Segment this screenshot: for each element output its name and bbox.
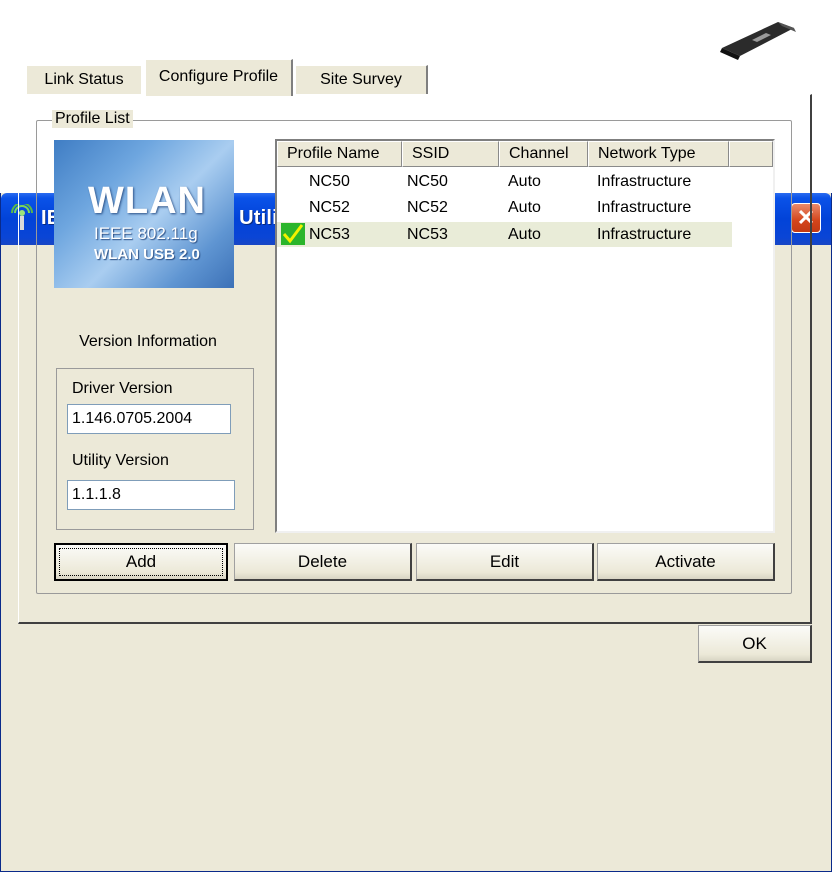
active-check-icon [281, 223, 305, 245]
ssid-cell: NC53 [407, 226, 448, 243]
profile-name-cell: NC53 [309, 226, 350, 243]
table-row-active[interactable]: NC53 NC53 Auto Infrastructure [277, 222, 732, 247]
network-type-cell: Infrastructure [597, 173, 692, 190]
utility-version-label: Utility Version [72, 452, 169, 469]
column-profile-name[interactable]: Profile Name [277, 141, 402, 167]
network-type-cell: Infrastructure [597, 226, 692, 243]
channel-cell: Auto [508, 226, 541, 243]
tab-site-survey[interactable]: Site Survey [296, 65, 428, 95]
channel-cell: Auto [508, 173, 541, 190]
tab-label: Link Status [44, 71, 124, 88]
column-filler [729, 141, 773, 167]
ssid-cell: NC50 [407, 173, 448, 190]
tab-link-status[interactable]: Link Status [26, 65, 141, 95]
utility-version-field[interactable]: 1.1.1.8 [67, 480, 235, 510]
driver-version-field[interactable]: 1.146.0705.2004 [67, 404, 231, 434]
ssid-cell: NC52 [407, 199, 448, 216]
logo-usb: WLAN USB 2.0 [94, 246, 200, 263]
profile-name-cell: NC52 [309, 199, 350, 216]
version-information-heading: Version Information [79, 333, 217, 350]
column-network-type[interactable]: Network Type [588, 141, 729, 167]
wlan-logo: WLAN IEEE 802.11g WLAN USB 2.0 [54, 140, 234, 288]
table-row[interactable]: NC52 NC52 Auto Infrastructure [277, 195, 732, 220]
ok-button[interactable]: OK [698, 625, 812, 663]
channel-cell: Auto [508, 199, 541, 216]
column-channel[interactable]: Channel [499, 141, 588, 167]
activate-button[interactable]: Activate [597, 543, 775, 581]
profile-list-label: Profile List [52, 110, 133, 128]
profile-name-cell: NC50 [309, 173, 350, 190]
add-button[interactable]: Add [54, 543, 228, 581]
network-type-cell: Infrastructure [597, 199, 692, 216]
profile-list-view[interactable]: Profile Name SSID Channel Network Type N… [275, 139, 775, 533]
delete-button[interactable]: Delete [234, 543, 412, 581]
usb-dongle-image [720, 22, 796, 60]
list-header: Profile Name SSID Channel Network Type [277, 141, 773, 167]
driver-version-label: Driver Version [72, 380, 173, 397]
table-row[interactable]: NC50 NC50 Auto Infrastructure [277, 169, 732, 194]
tab-label: Configure Profile [158, 68, 279, 85]
logo-title: WLAN [88, 180, 206, 222]
edit-button[interactable]: Edit [416, 543, 594, 581]
tab-label: Site Survey [320, 71, 402, 88]
tab-configure-profile[interactable]: Configure Profile [145, 59, 293, 96]
column-ssid[interactable]: SSID [402, 141, 499, 167]
logo-standard: IEEE 802.11g [94, 224, 198, 243]
focus-ring [59, 548, 223, 576]
